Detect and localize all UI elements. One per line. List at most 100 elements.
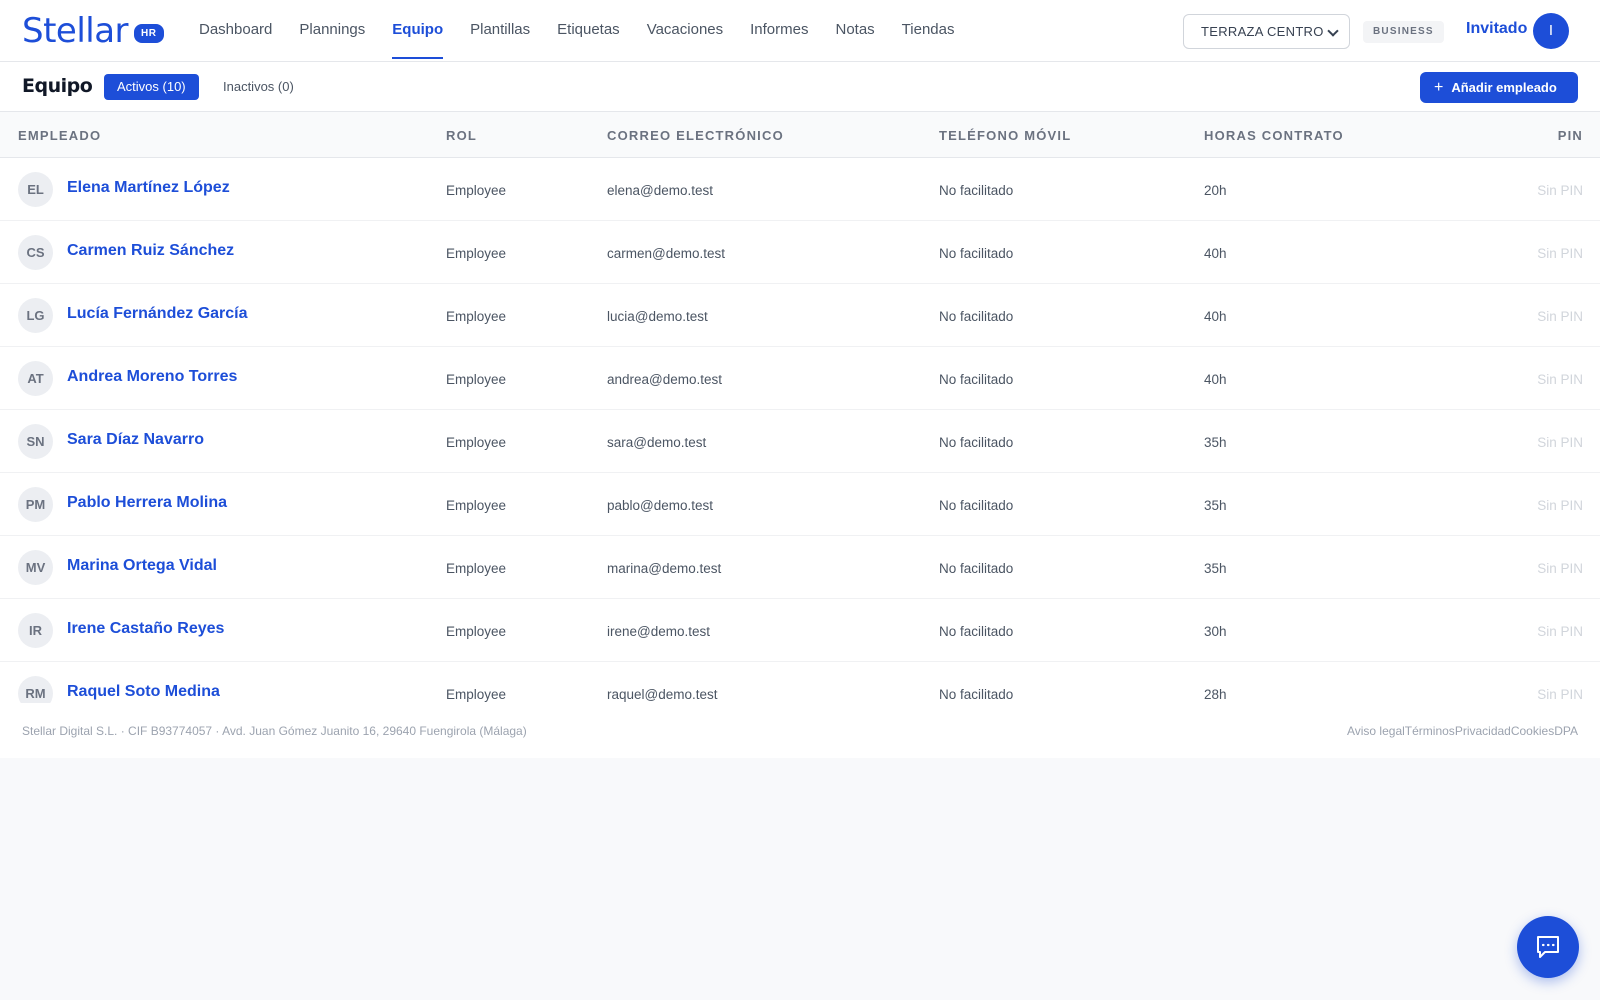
email-cell: raquel@demo.test: [607, 687, 718, 702]
pin-cell: Sin PIN: [1537, 687, 1583, 702]
role-cell: Employee: [446, 183, 507, 198]
table-row[interactable]: LG Lucía Fernández García Employee lucia@de…: [0, 284, 1600, 347]
table-row[interactable]: MV Marina Ortega Vidal Employee marina@demo…: [0, 536, 1600, 599]
chat-button[interactable]: [1517, 916, 1579, 978]
tab-activos[interactable]: Activos (10): [104, 74, 199, 100]
employee-table: EMPLEADO ROL CORREO ELECTRÓNICO TELÉFONO…: [0, 112, 1600, 703]
email-cell: elena@demo.test: [607, 183, 714, 198]
main-nav: Dashboard Plannings Equipo Plantillas Et…: [199, 0, 981, 62]
brand-name: Stellar: [22, 11, 129, 51]
hours-cell: 35h: [1204, 561, 1227, 576]
avatar: IR: [18, 613, 53, 648]
pin-cell: Sin PIN: [1537, 309, 1583, 324]
footer-link-dpa[interactable]: DPA: [1554, 724, 1578, 738]
employee-name-link[interactable]: Andrea Moreno Torres: [67, 368, 237, 386]
column-header-hours[interactable]: HORAS CONTRATO: [1204, 128, 1344, 143]
column-header-employee[interactable]: EMPLEADO: [18, 128, 101, 143]
pin-cell: Sin PIN: [1537, 246, 1583, 261]
add-employee-button[interactable]: + Añadir empleado: [1420, 72, 1578, 103]
table-row[interactable]: IR Irene Castaño Reyes Employee irene@demo.…: [0, 599, 1600, 662]
hours-cell: 20h: [1204, 183, 1227, 198]
footer-links: Aviso legal Términos Privacidad Cookies …: [1347, 724, 1578, 738]
column-header-role[interactable]: ROL: [446, 128, 477, 143]
pin-cell: Sin PIN: [1537, 183, 1583, 198]
footer-link-aviso-legal[interactable]: Aviso legal: [1347, 724, 1405, 738]
pin-cell: Sin PIN: [1537, 435, 1583, 450]
chevron-down-icon: [1327, 25, 1339, 37]
employee-name-link[interactable]: Carmen Ruiz Sánchez: [67, 242, 234, 260]
column-header-email[interactable]: CORREO ELECTRÓNICO: [607, 128, 784, 143]
email-cell: pablo@demo.test: [607, 498, 714, 513]
nav-item-etiquetas[interactable]: Etiquetas: [557, 0, 620, 62]
email-cell: lucia@demo.test: [607, 309, 708, 324]
add-employee-label: Añadir empleado: [1451, 80, 1557, 95]
user-avatar[interactable]: I: [1533, 13, 1569, 49]
email-cell: carmen@demo.test: [607, 246, 725, 261]
footer: Stellar Digital S.L. · CIF B93774057 · A…: [0, 703, 1600, 758]
phone-cell: No facilitado: [939, 498, 1014, 513]
tab-inactivos[interactable]: Inactivos (0): [210, 74, 307, 100]
hours-cell: 35h: [1204, 435, 1227, 450]
nav-item-vacaciones[interactable]: Vacaciones: [647, 0, 723, 62]
avatar: PM: [18, 487, 53, 522]
nav-item-informes[interactable]: Informes: [750, 0, 808, 62]
role-cell: Employee: [446, 372, 507, 387]
table-row[interactable]: SN Sara Díaz Navarro Employee sara@demo.tes…: [0, 410, 1600, 473]
avatar: AT: [18, 361, 53, 396]
email-cell: marina@demo.test: [607, 561, 722, 576]
nav-item-notas[interactable]: Notas: [835, 0, 874, 62]
page-header: Equipo Activos (10) Inactivos (0) + Añadi…: [0, 62, 1600, 112]
email-cell: sara@demo.test: [607, 435, 707, 450]
table-row[interactable]: PM Pablo Herrera Molina Employee pablo@demo…: [0, 473, 1600, 536]
employee-name-link[interactable]: Elena Martínez López: [67, 179, 230, 197]
column-header-phone[interactable]: TELÉFONO MÓVIL: [939, 128, 1071, 143]
footer-link-terminos[interactable]: Términos: [1405, 724, 1455, 738]
store-select[interactable]: TERRAZA CENTRO: [1183, 14, 1350, 49]
role-cell: Employee: [446, 561, 507, 576]
store-select-value: TERRAZA CENTRO: [1201, 24, 1324, 39]
chat-icon: [1537, 936, 1559, 958]
table-row[interactable]: CS Carmen Ruiz Sánchez Employee carmen@demo…: [0, 221, 1600, 284]
column-header-pin[interactable]: PIN: [1558, 128, 1583, 143]
hours-cell: 30h: [1204, 624, 1227, 639]
footer-link-cookies[interactable]: Cookies: [1511, 724, 1554, 738]
hours-cell: 35h: [1204, 498, 1227, 513]
nav-item-plannings[interactable]: Plannings: [299, 0, 365, 62]
employee-name-link[interactable]: Lucía Fernández García: [67, 305, 248, 323]
employee-name-link[interactable]: Pablo Herrera Molina: [67, 494, 227, 512]
phone-cell: No facilitado: [939, 435, 1014, 450]
brand-logo[interactable]: Stellar HR: [22, 11, 164, 51]
nav-item-tiendas[interactable]: Tiendas: [902, 0, 955, 62]
nav-item-equipo[interactable]: Equipo: [392, 0, 443, 62]
avatar: RM: [18, 676, 53, 703]
phone-cell: No facilitado: [939, 561, 1014, 576]
phone-cell: No facilitado: [939, 246, 1014, 261]
employee-name-link[interactable]: Irene Castaño Reyes: [67, 620, 224, 638]
footer-company-info: Stellar Digital S.L. · CIF B93774057 · A…: [22, 724, 527, 738]
hours-cell: 40h: [1204, 372, 1227, 387]
avatar: MV: [18, 550, 53, 585]
user-name[interactable]: Invitado: [1466, 20, 1527, 38]
role-cell: Employee: [446, 309, 507, 324]
role-cell: Employee: [446, 435, 507, 450]
hours-cell: 28h: [1204, 687, 1227, 702]
nav-item-plantillas[interactable]: Plantillas: [470, 0, 530, 62]
role-cell: Employee: [446, 687, 507, 702]
table-row[interactable]: AT Andrea Moreno Torres Employee andrea@dem…: [0, 347, 1600, 410]
nav-item-dashboard[interactable]: Dashboard: [199, 0, 272, 62]
employee-name-link[interactable]: Marina Ortega Vidal: [67, 557, 217, 575]
table-row[interactable]: RM Raquel Soto Medina Employee raquel@demo.…: [0, 662, 1600, 703]
employee-name-link[interactable]: Sara Díaz Navarro: [67, 431, 204, 449]
email-cell: irene@demo.test: [607, 624, 711, 639]
table-row[interactable]: EL Elena Martínez López Employee elena@demo…: [0, 158, 1600, 221]
employee-name-link[interactable]: Raquel Soto Medina: [67, 683, 220, 701]
plus-icon: +: [1434, 79, 1444, 96]
top-navigation-bar: Stellar HR Dashboard Plannings Equipo Pl…: [0, 0, 1600, 62]
phone-cell: No facilitado: [939, 687, 1014, 702]
phone-cell: No facilitado: [939, 372, 1014, 387]
hours-cell: 40h: [1204, 309, 1227, 324]
avatar: SN: [18, 424, 53, 459]
role-cell: Employee: [446, 498, 507, 513]
phone-cell: No facilitado: [939, 183, 1014, 198]
footer-link-privacidad[interactable]: Privacidad: [1455, 724, 1511, 738]
